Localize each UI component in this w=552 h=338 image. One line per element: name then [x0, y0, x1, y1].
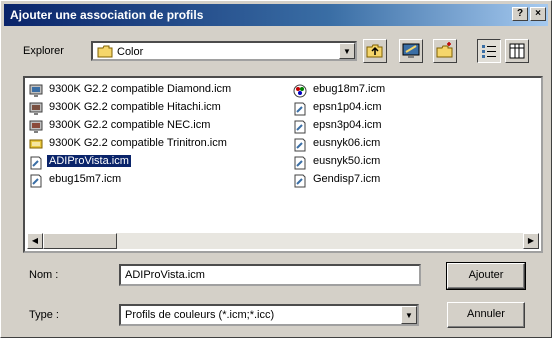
up-folder-icon	[366, 44, 383, 58]
file-name: 9300K G2.2 compatible Trinitron.icm	[49, 137, 227, 149]
profile-icon	[294, 138, 306, 152]
details-view-button[interactable]	[505, 39, 529, 63]
file-name: ebug18m7.icm	[313, 83, 386, 95]
add-button[interactable]: Ajouter	[446, 262, 526, 290]
add-profile-dialog: Ajouter une association de profils ? × E…	[0, 0, 552, 338]
filename-input[interactable]	[121, 266, 419, 284]
lookin-dropdown[interactable]: Color ▼	[91, 41, 357, 61]
up-folder-button[interactable]	[363, 39, 387, 63]
chevron-down-icon[interactable]: ▼	[401, 306, 417, 324]
monitor-profile-icon	[29, 102, 43, 115]
window-title: Ajouter une association de profils	[10, 8, 204, 22]
file-name: epsn3p04.icm	[313, 119, 382, 131]
monitor-profile-icon	[29, 139, 43, 149]
scroll-left-button[interactable]: ◀	[27, 233, 43, 249]
monitor-profile-icon	[29, 120, 43, 133]
file-name: epsn1p04.icm	[313, 101, 382, 113]
lookin-label: Explorer	[23, 45, 64, 57]
filetype-label: Type :	[29, 309, 59, 321]
filename-field[interactable]	[119, 264, 421, 286]
file-name: eusnyk50.icm	[313, 155, 381, 167]
scroll-thumb[interactable]	[43, 233, 117, 249]
file-name: ebug15m7.icm	[49, 173, 122, 185]
new-folder-icon	[436, 42, 453, 58]
title-bar[interactable]: Ajouter une association de profils ? ×	[4, 4, 548, 26]
chevron-down-icon[interactable]: ▼	[339, 43, 355, 59]
cancel-button[interactable]: Annuler	[447, 302, 525, 328]
profile-icon	[30, 174, 42, 188]
details-view-icon	[509, 43, 525, 59]
folder-icon	[97, 45, 113, 58]
filetype-dropdown[interactable]: Profils de couleurs (*.icm;*.icc) ▼	[119, 304, 419, 326]
profile-icon	[294, 120, 306, 134]
scroll-right-button[interactable]: ▶	[523, 233, 539, 249]
profile-icon	[294, 156, 306, 170]
list-view-button[interactable]	[477, 39, 501, 63]
monitor-profile-icon	[29, 84, 43, 97]
file-name: Gendisp7.icm	[313, 173, 381, 185]
desktop-icon	[402, 43, 420, 58]
file-name: 9300K G2.2 compatible Diamond.icm	[49, 83, 232, 95]
new-folder-button[interactable]	[433, 39, 457, 63]
profile-icon	[294, 174, 306, 188]
profile-icon	[294, 102, 306, 116]
profile-icon	[30, 156, 42, 170]
list-view-icon	[482, 45, 496, 58]
file-list[interactable]: 9300K G2.2 compatible Diamond.icm 9300K …	[23, 76, 543, 253]
file-name: ADIProVista.icm	[47, 155, 131, 167]
lookin-value: Color	[117, 46, 144, 58]
close-button[interactable]: ×	[530, 7, 546, 21]
filetype-value: Profils de couleurs (*.icm;*.icc)	[125, 309, 275, 321]
horizontal-scrollbar[interactable]: ◀ ▶	[27, 233, 539, 249]
file-name: 9300K G2.2 compatible NEC.icm	[49, 119, 211, 131]
file-name: 9300K G2.2 compatible Hitachi.icm	[49, 101, 221, 113]
filename-label: Nom :	[29, 269, 59, 281]
color-profile-icon	[293, 84, 307, 98]
help-button[interactable]: ?	[512, 7, 528, 21]
file-name: eusnyk06.icm	[313, 137, 381, 149]
desktop-button[interactable]	[399, 39, 423, 63]
